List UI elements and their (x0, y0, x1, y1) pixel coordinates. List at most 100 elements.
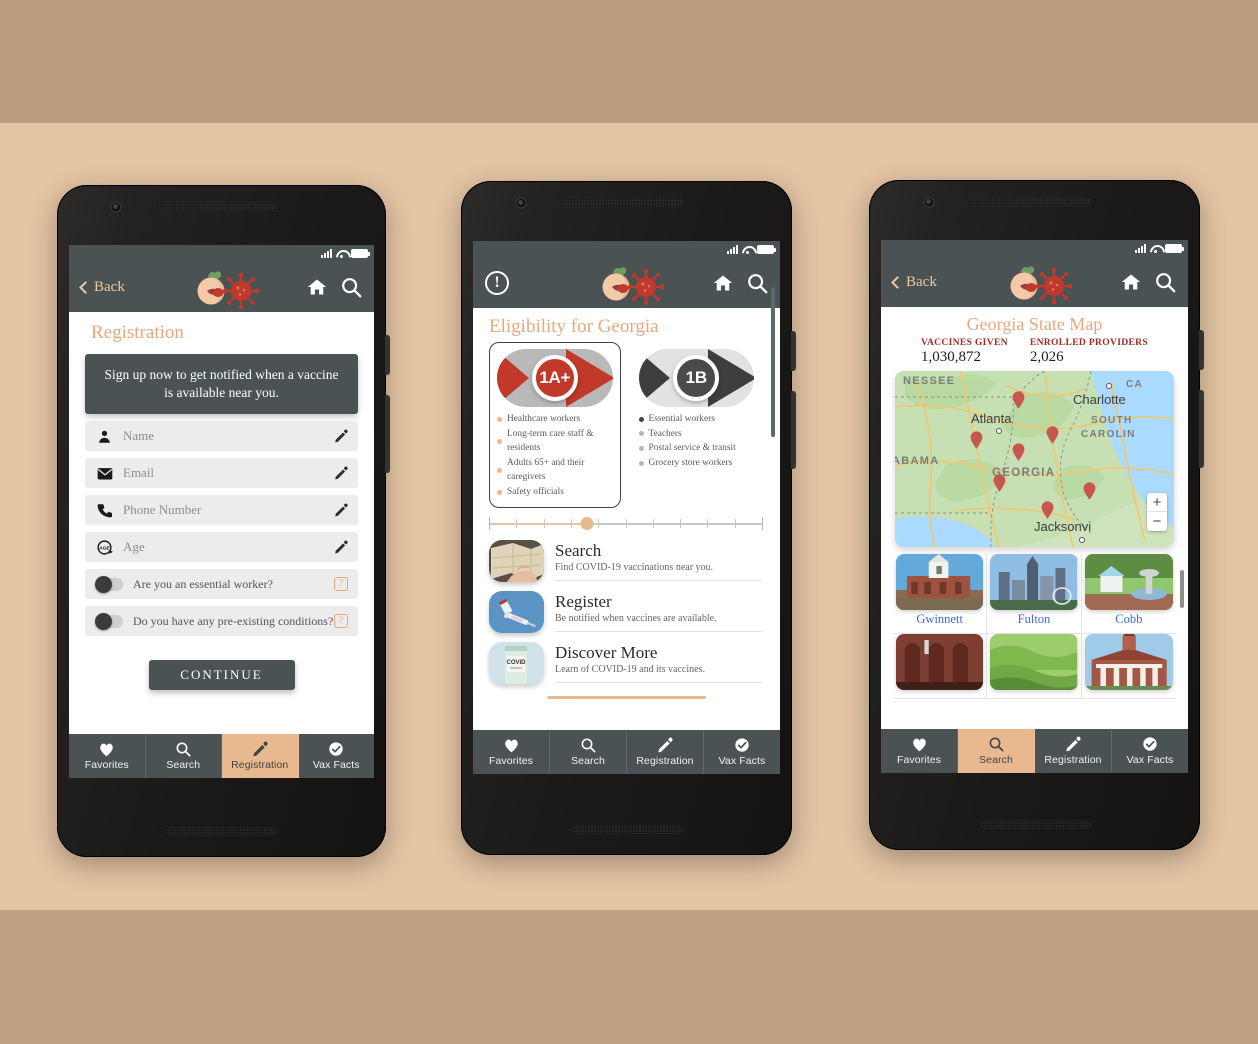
nav-search[interactable]: Search (958, 729, 1035, 773)
map-pin[interactable] (970, 431, 983, 449)
wifi-icon (1150, 244, 1161, 253)
home-indicator[interactable] (978, 820, 1091, 829)
phase-card-1b[interactable]: 1B Essential workers Teachers Postal ser… (631, 342, 763, 508)
map-label-north-carolina: CA (1126, 379, 1144, 390)
city-dot-charlotte (1106, 383, 1112, 389)
slider-fill (489, 523, 588, 526)
link-row-register[interactable]: Register Be notified when vaccines are a… (473, 582, 780, 634)
county-card-5[interactable] (987, 634, 1082, 699)
volume-button[interactable] (1199, 390, 1204, 468)
vertical-scrollbar[interactable] (1180, 570, 1184, 608)
email-field[interactable]: Email (85, 458, 358, 489)
phase-card-1a[interactable]: 1A+ Healthcare workers Long-term care st… (489, 342, 621, 509)
group-label: Essential workers (648, 414, 715, 424)
stat-label: ENROLLED PROVIDERS (1029, 337, 1149, 348)
help-icon[interactable]: ? (334, 577, 348, 592)
nav-registration[interactable]: Registration (1035, 729, 1112, 773)
search-icon[interactable] (340, 276, 362, 298)
page-title: Registration (91, 322, 184, 343)
slider-tick (680, 519, 682, 529)
home-indicator[interactable] (570, 825, 683, 834)
chevron-left-icon (79, 280, 92, 294)
link-row-search[interactable]: Search Find COVID-19 vaccinations near y… (473, 531, 780, 583)
map-pin[interactable] (1046, 426, 1059, 444)
nav-vax-facts[interactable]: Vax Facts (704, 730, 780, 774)
home-icon[interactable] (306, 277, 328, 297)
nav-vaxfacts-label: Vax Facts (1126, 754, 1174, 766)
back-button[interactable]: Back (891, 274, 937, 291)
map-pin[interactable] (1041, 501, 1054, 519)
search-icon[interactable] (1154, 271, 1176, 293)
slider-thumb[interactable] (580, 517, 594, 531)
help-icon[interactable]: ? (334, 614, 348, 629)
screen-eligibility: ! Eligibility for Georgia 1A+ Healthcare… (473, 241, 780, 774)
county-card-gwinnett[interactable]: Gwinnett (893, 554, 988, 634)
nav-search[interactable]: Search (550, 730, 627, 774)
phase-code-label: 1A+ (539, 368, 571, 387)
map-pin[interactable] (1012, 391, 1025, 409)
county-card-fulton[interactable]: Fulton (987, 554, 1082, 634)
gwinnett-courthouse-photo (896, 554, 984, 610)
county-card-4[interactable] (893, 634, 988, 699)
essential-worker-toggle[interactable] (95, 575, 123, 593)
envelope-icon (95, 466, 114, 481)
home-indicator[interactable] (165, 827, 278, 836)
slider-tick (516, 519, 518, 529)
list-item: Essential workers (638, 412, 755, 427)
group-label: Long-term care staff & residents (507, 428, 594, 454)
home-icon[interactable] (1120, 272, 1142, 292)
power-button[interactable] (791, 331, 796, 371)
county-card-6[interactable] (1081, 634, 1176, 699)
age-field[interactable]: AGE Age (85, 532, 358, 563)
pencil-icon[interactable] (334, 429, 348, 443)
link-row-discover[interactable]: COVID Vaccine Discover More Learn of COV… (473, 633, 780, 685)
nav-registration[interactable]: Registration (222, 734, 299, 778)
volume-button[interactable] (791, 391, 796, 469)
continue-button[interactable]: CONTINUE (148, 660, 295, 691)
nav-favorites[interactable]: Favorites (473, 730, 550, 774)
volume-button[interactable] (385, 395, 390, 473)
pencil-icon[interactable] (334, 540, 348, 554)
pencil-icon[interactable] (334, 466, 348, 480)
county-card-cobb[interactable]: Cobb (1081, 554, 1176, 634)
front-camera-icon (110, 201, 122, 213)
nav-vaxfacts-label: Vax Facts (718, 755, 766, 767)
preexisting-conditions-toggle[interactable] (95, 612, 123, 630)
home-icon[interactable] (712, 273, 734, 293)
essential-worker-label: Are you an essential worker? (133, 576, 273, 591)
power-button[interactable] (385, 335, 390, 375)
cellular-signal-icon (1135, 244, 1146, 253)
zoom-in-button[interactable]: + (1147, 493, 1167, 512)
power-button[interactable] (1199, 330, 1204, 370)
nav-favorites[interactable]: Favorites (881, 729, 958, 773)
alert-button[interactable]: ! (485, 271, 509, 295)
heart-icon (504, 739, 518, 752)
phase-slider[interactable] (489, 517, 763, 531)
state-map[interactable]: NESSEE ABAMA GEORGIA SOUTH CAROLIN CA At… (895, 371, 1174, 547)
zoom-out-button[interactable]: − (1147, 512, 1167, 531)
nav-vax-facts[interactable]: Vax Facts (299, 734, 375, 778)
heart-icon (100, 743, 114, 756)
nav-vax-facts[interactable]: Vax Facts (1112, 729, 1188, 773)
status-bar (881, 240, 1188, 257)
nav-favorites[interactable]: Favorites (69, 734, 146, 778)
map-city-jacksonville: Jacksonvi (1034, 519, 1092, 534)
map-pin[interactable] (1083, 482, 1096, 500)
phone-field[interactable]: Phone Number (85, 495, 358, 526)
link-text-discover: Discover More Learn of COVID-19 and its … (555, 644, 762, 683)
link-title: Search (555, 541, 602, 561)
list-item: Safety officials (497, 485, 613, 500)
search-icon[interactable] (746, 272, 768, 294)
nav-search[interactable]: Search (146, 734, 222, 778)
battery-icon (757, 245, 776, 254)
peach-virus-logo (197, 271, 259, 309)
map-pin[interactable] (993, 474, 1006, 492)
pencil-icon[interactable] (334, 503, 348, 517)
back-button[interactable]: Back (79, 279, 125, 296)
vertical-scrollbar[interactable] (771, 287, 775, 437)
stat-value: 1,030,872 (920, 349, 981, 365)
name-field[interactable]: Name (85, 421, 358, 452)
map-pin[interactable] (1012, 443, 1025, 461)
nav-registration[interactable]: Registration (627, 730, 704, 774)
screen-registration: Back Registration Sign up now to get not… (69, 245, 374, 778)
